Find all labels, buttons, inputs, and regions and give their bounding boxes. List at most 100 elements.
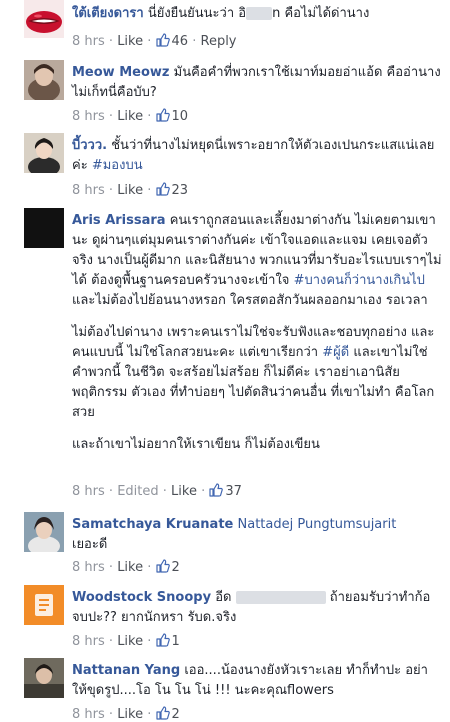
comment-text: เยอะดี: [72, 537, 108, 552]
lips-avatar-image: [24, 0, 64, 38]
comment-author[interactable]: Woodstock Snoopy: [72, 590, 211, 605]
like-button[interactable]: Like: [171, 484, 197, 499]
like-count[interactable]: 37: [209, 483, 242, 499]
separator: ·: [147, 707, 152, 722]
avatar[interactable]: [24, 208, 64, 248]
thumbs-up-icon: [155, 633, 170, 647]
comment-paragraph-2: ไม่ต้องไปด่านาง เพราะคนเราไม่ใช่จะรับฟัง…: [72, 323, 442, 423]
like-button[interactable]: Like: [117, 34, 143, 49]
like-count[interactable]: 10: [155, 108, 189, 124]
comment-actions: 8 hrs · Like · 1: [72, 633, 180, 649]
redacted-text: [235, 591, 326, 604]
avatar[interactable]: [24, 0, 64, 38]
thumbs-up-icon: [155, 108, 170, 122]
timestamp[interactable]: 8 hrs: [72, 560, 105, 575]
comment-actions: 8 hrs · Like · 2: [72, 706, 180, 722]
like-count[interactable]: 23: [155, 182, 189, 198]
thumbs-up-icon: [155, 33, 170, 47]
avatar[interactable]: [24, 512, 64, 552]
separator: ·: [108, 34, 114, 49]
comment-text-end: n คือไม่ได้ด่านาง: [272, 6, 370, 21]
thumbs-up-icon: [209, 483, 224, 497]
thumbs-up-icon: [155, 559, 170, 573]
comment-4: Aris Arissara คนเราถูกสอนและเลี้ยงมาต่าง…: [0, 206, 450, 506]
comment-actions: 8 hrs · Like · 46 · Reply: [72, 33, 237, 49]
like-count-value: 23: [171, 183, 189, 198]
timestamp[interactable]: 8 hrs: [72, 34, 105, 49]
comment-actions: 8 hrs · Like · 2: [72, 559, 180, 575]
user-avatar-image: [24, 585, 64, 625]
like-button[interactable]: Like: [117, 707, 143, 722]
comment-text-start: นี่ยังยืนยันนะว่า อิ: [147, 6, 247, 21]
comment-author[interactable]: Samatchaya Kruanate: [72, 517, 233, 532]
separator: ·: [108, 707, 114, 722]
like-count-value: 37: [225, 484, 242, 499]
like-button[interactable]: Like: [117, 183, 143, 198]
hashtag-link[interactable]: #บางคนก็ว่านางเกินไป: [294, 273, 425, 288]
avatar[interactable]: [24, 585, 64, 625]
comment-author[interactable]: ใต้เตียงดารา: [72, 6, 144, 21]
edited-label[interactable]: Edited: [117, 484, 158, 499]
user-avatar-image: [24, 133, 64, 173]
timestamp[interactable]: 8 hrs: [72, 484, 105, 499]
separator: ·: [147, 560, 152, 575]
comment-1: ใต้เตียงดารา นี่ยังยืนยันนะว่า อิ n คือไม…: [0, 0, 450, 56]
avatar[interactable]: [24, 60, 64, 100]
separator: ·: [162, 484, 167, 499]
user-avatar-image: [24, 512, 64, 552]
comment-5: Samatchaya Kruanate Nattadej Pungtumsuja…: [0, 510, 450, 580]
comment-paragraph-3: และถ้าเขาไม่อยากให้เราเขียน ก็ไม่ต้องเขี…: [72, 437, 320, 452]
like-count[interactable]: 1: [155, 633, 180, 649]
thumbs-up-icon: [155, 706, 170, 720]
comment-author[interactable]: บี้ววว.: [72, 138, 107, 153]
comment-author[interactable]: Aris Arissara: [72, 213, 166, 228]
hashtag-link[interactable]: #ผู้ดี: [322, 345, 349, 360]
timestamp[interactable]: 8 hrs: [72, 183, 105, 198]
user-avatar-image: [24, 60, 64, 100]
comment-3: บี้ววว. ชั้นว่าที่นางไม่หยุดนี่เพราะอยาก…: [0, 131, 450, 203]
like-count-value: 10: [171, 109, 189, 124]
timestamp[interactable]: 8 hrs: [72, 109, 105, 124]
timestamp[interactable]: 8 hrs: [72, 634, 105, 649]
separator: ·: [147, 109, 152, 124]
like-button[interactable]: Like: [117, 560, 143, 575]
redacted-text: [246, 7, 273, 20]
separator: ·: [108, 183, 114, 198]
reply-button[interactable]: Reply: [201, 34, 237, 49]
comment-7: Nattanan Yang เออ....น้องนางยังหัวเราะเล…: [0, 656, 450, 722]
separator: ·: [108, 109, 114, 124]
thumbs-up-icon: [155, 182, 170, 196]
separator: ·: [201, 484, 206, 499]
mentioned-user-link[interactable]: Nattadej Pungtumsujarit: [238, 517, 397, 532]
separator: ·: [147, 183, 152, 198]
like-count[interactable]: 46: [155, 33, 189, 49]
comment-actions: 8 hrs · Edited · Like · 37: [72, 483, 242, 499]
separator: ·: [192, 34, 197, 49]
comment-text-start: อีด: [215, 590, 232, 605]
avatar[interactable]: [24, 658, 64, 698]
comment-2: Meow Meowz มันคือคำที่พวกเราใช้เมาท์มอยอ…: [0, 58, 450, 128]
like-count-value: 46: [171, 34, 189, 49]
comment-actions: 8 hrs · Like · 10: [72, 108, 188, 124]
comment-actions: 8 hrs · Like · 23: [72, 182, 188, 198]
user-avatar-image: [24, 658, 64, 698]
like-count-value: 2: [171, 560, 180, 575]
separator: ·: [147, 634, 152, 649]
like-button[interactable]: Like: [117, 109, 143, 124]
comment-text: และไม่ต้องไปย้อนนางหรอก ใครสตอสักวันผลออ…: [72, 293, 428, 308]
comment-paragraph-1: Aris Arissara คนเราถูกสอนและเลี้ยงมาต่าง…: [72, 211, 442, 311]
avatar[interactable]: [24, 133, 64, 173]
like-count-value: 2: [171, 707, 180, 722]
comment-6: Woodstock Snoopy อีด ถ้ายอมรับว่าทำก้อจบ…: [0, 583, 450, 653]
timestamp[interactable]: 8 hrs: [72, 707, 105, 722]
separator: ·: [147, 34, 152, 49]
hashtag-link[interactable]: #มองบน: [92, 158, 143, 173]
separator: ·: [108, 560, 114, 575]
comment-author[interactable]: Nattanan Yang: [72, 663, 180, 678]
like-count[interactable]: 2: [155, 559, 180, 575]
comment-author[interactable]: Meow Meowz: [72, 65, 169, 80]
separator: ·: [108, 634, 114, 649]
like-button[interactable]: Like: [117, 634, 143, 649]
separator: ·: [108, 484, 114, 499]
like-count[interactable]: 2: [155, 706, 180, 722]
